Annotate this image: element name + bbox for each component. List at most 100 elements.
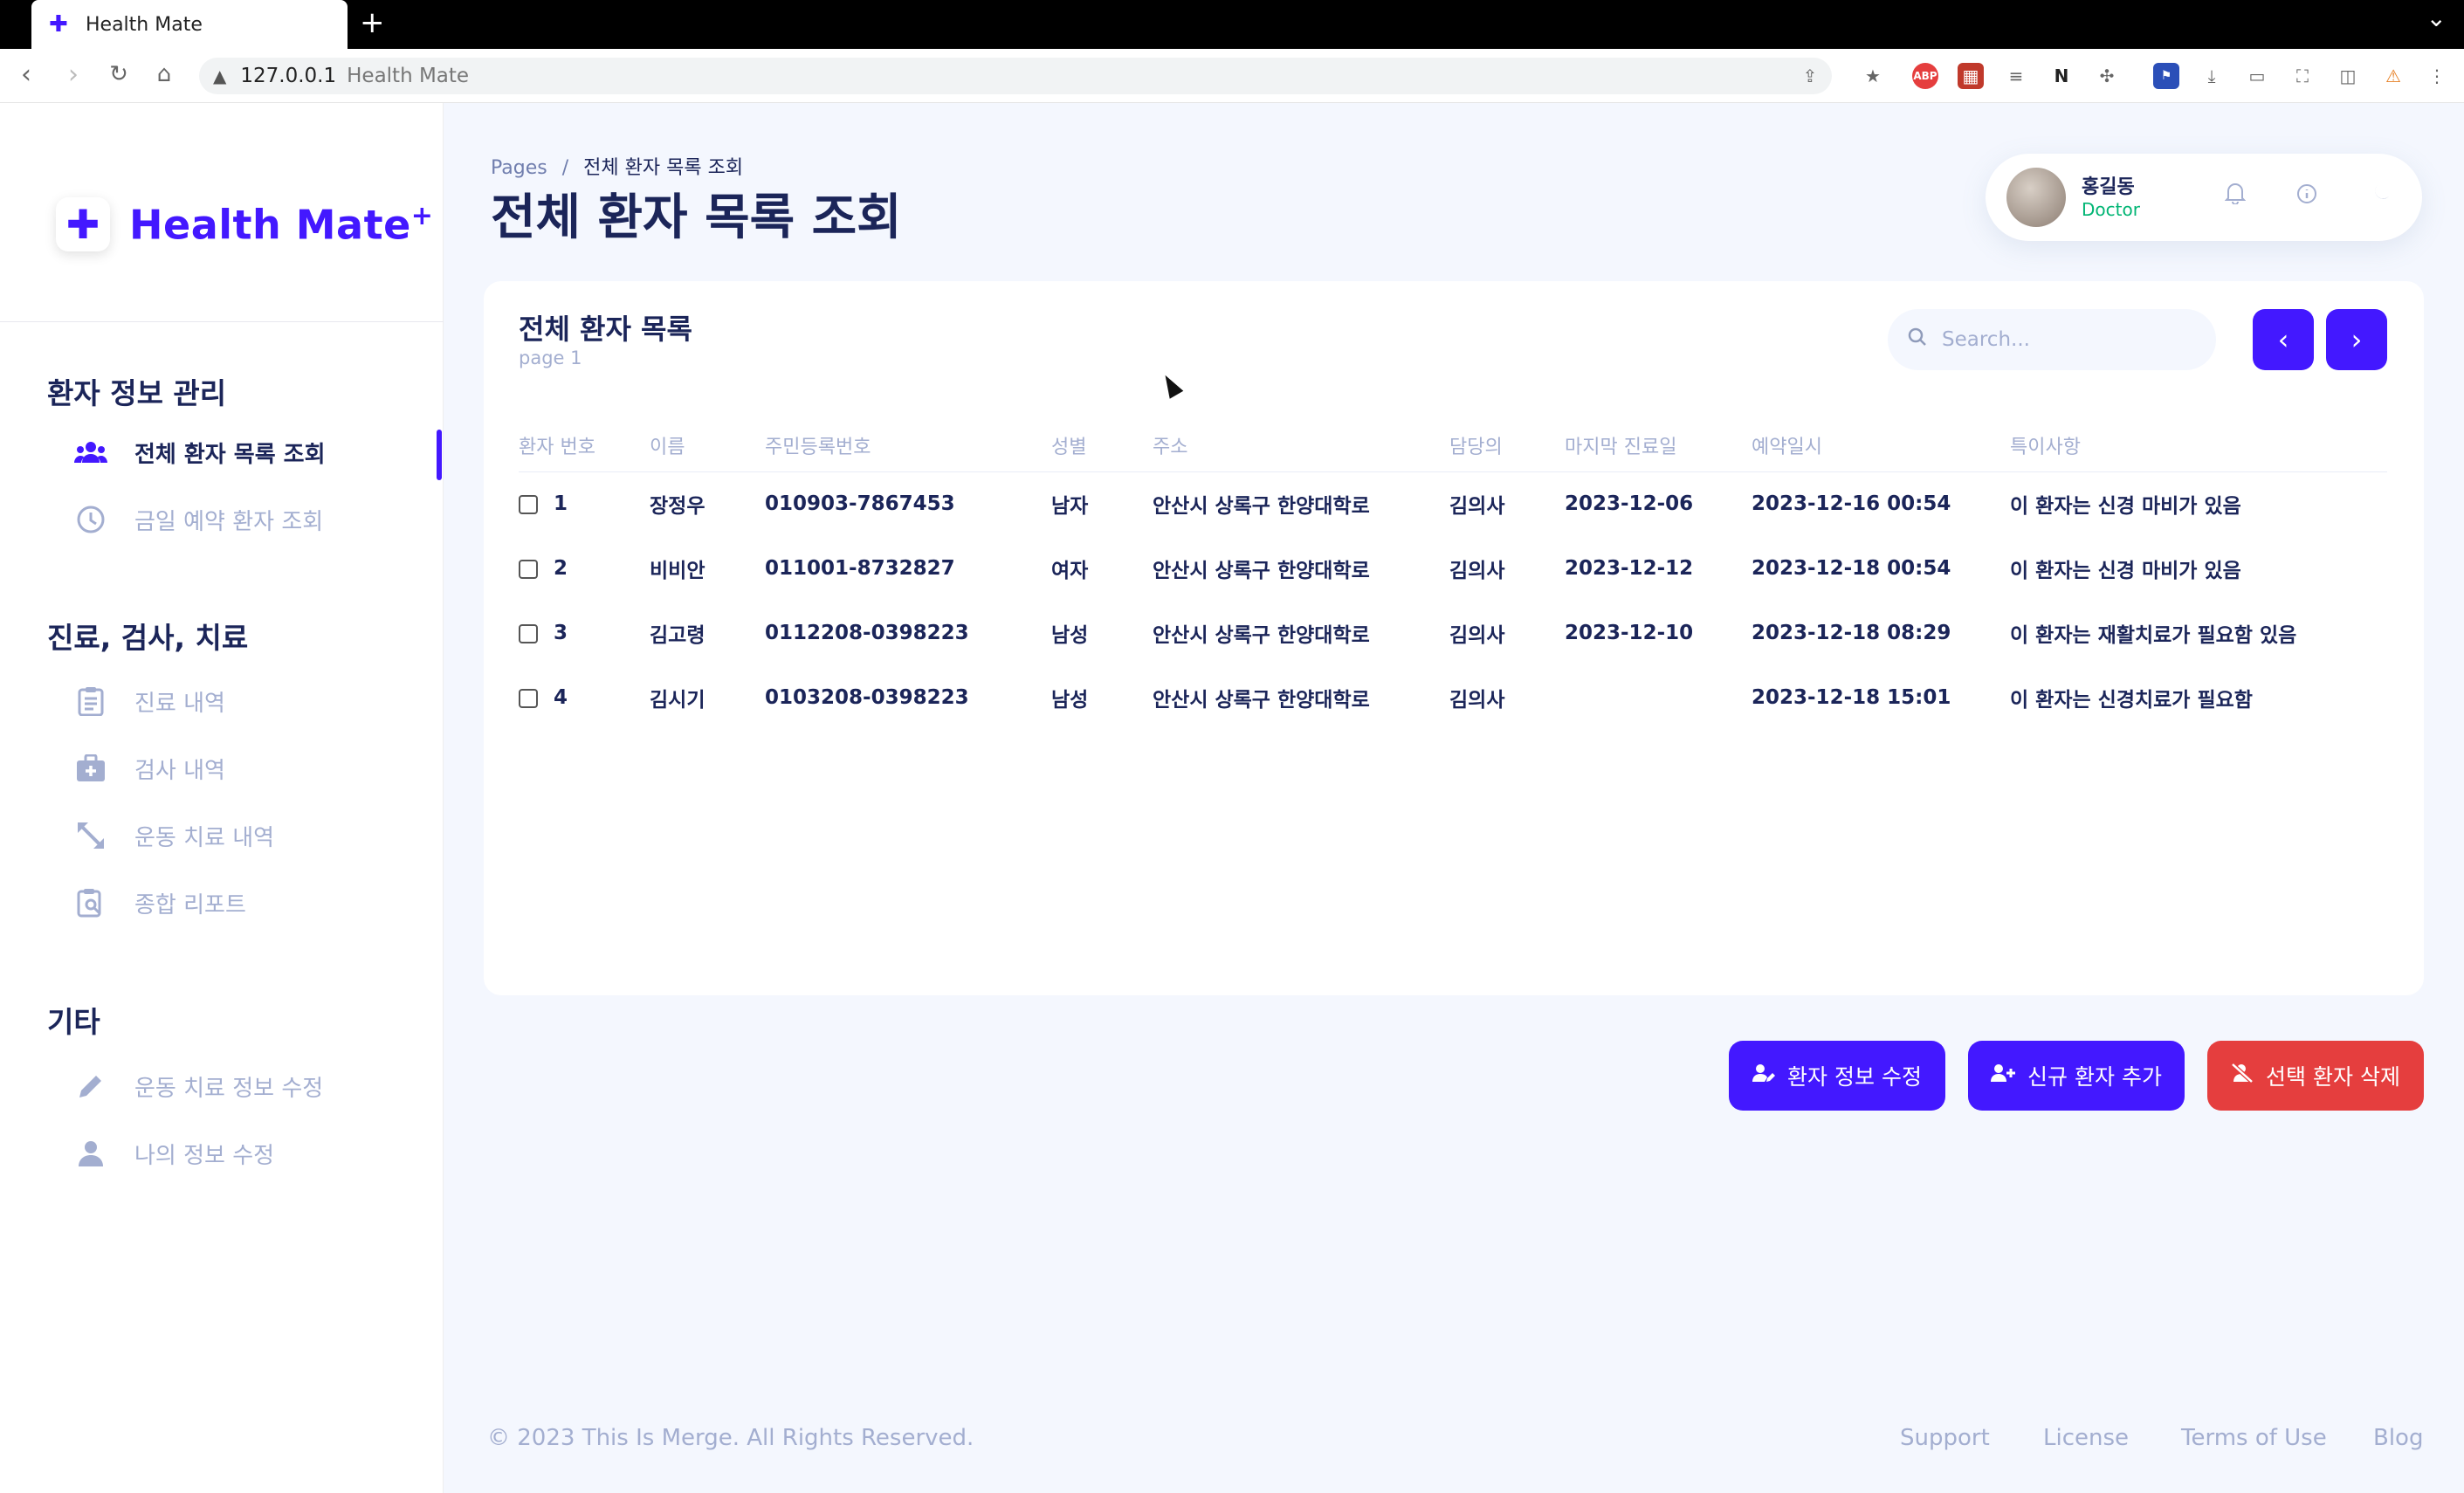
patient-note: 이 환자는 신경 마비가 있음 <box>2010 495 2241 519</box>
patient-number: 1 <box>554 492 568 516</box>
next-page-button[interactable]: › <box>2326 309 2387 370</box>
more-vertical-icon[interactable]: ⋮ <box>2424 63 2450 89</box>
patient-last-visit: 2023-12-06 <box>1565 492 1694 516</box>
edit-patient-button[interactable]: 환자 정보 수정 <box>1729 1041 1945 1111</box>
user-slash-icon <box>2231 1062 2254 1090</box>
url-host: 127.0.0.1 <box>240 65 337 87</box>
patient-doctor: 김의사 <box>1449 495 1505 519</box>
breadcrumb-root[interactable]: Pages <box>491 157 547 179</box>
screenshot-icon[interactable]: ⛶ <box>2289 63 2316 89</box>
column-header[interactable]: 환자 번호 <box>519 419 650 472</box>
sidebar-item-edit-profile[interactable]: 나의 정보 수정 <box>73 1136 274 1171</box>
table-row[interactable]: 3 김고령 0112208-0398223 남성 안산시 상록구 한양대학로 김… <box>519 601 2387 665</box>
window-icon[interactable]: ▭ <box>2244 63 2270 89</box>
share-icon[interactable]: ⇪ <box>1797 63 1823 89</box>
patient-sex: 여자 <box>1051 560 1089 582</box>
alert-icon[interactable]: ⚠ <box>2380 63 2406 89</box>
column-header[interactable]: 이름 <box>650 419 765 472</box>
active-indicator <box>437 430 442 480</box>
footer-link-blog[interactable]: Blog <box>2373 1425 2423 1451</box>
table-row[interactable]: 1 장정우 010903-7867453 남자 안산시 상록구 한양대학로 김의… <box>519 471 2387 536</box>
new-tab-icon[interactable]: + <box>360 5 385 40</box>
sidebar-item-exercise-history[interactable]: 운동 치료 내역 <box>73 818 274 853</box>
patient-name: 장정우 <box>650 495 705 519</box>
patient-address: 안산시 상록구 한양대학로 <box>1153 689 1370 712</box>
column-header[interactable]: 담당의 <box>1449 419 1565 472</box>
patient-note: 이 환자는 재활치료가 필요함 있음 <box>2010 624 2297 647</box>
patient-doctor: 김의사 <box>1449 560 1505 582</box>
search-input[interactable] <box>1942 328 2204 351</box>
column-header[interactable]: 특이사항 <box>2010 419 2387 472</box>
table-row[interactable]: 4 김시기 0103208-0398223 남성 안산시 상록구 한양대학로 김… <box>519 665 2387 730</box>
patient-sex: 남성 <box>1051 689 1089 712</box>
column-header[interactable]: 성별 <box>1051 419 1153 472</box>
table-row[interactable]: 2 비비안 011001-8732827 여자 안산시 상록구 한양대학로 김의… <box>519 536 2387 601</box>
bookmark-star-icon[interactable]: ★ <box>1860 63 1886 89</box>
column-header[interactable]: 예약일시 <box>1752 419 2010 472</box>
puzzle-icon[interactable]: ✣ <box>2094 63 2120 89</box>
row-checkbox[interactable] <box>519 494 538 514</box>
row-checkbox[interactable] <box>519 623 538 643</box>
sidebar-item-label: 전체 환자 목록 조회 <box>134 441 326 468</box>
delete-patient-button[interactable]: 선택 환자 삭제 <box>2207 1041 2424 1111</box>
person-icon <box>73 1136 108 1171</box>
translate-icon[interactable]: ⚑ <box>2153 63 2179 89</box>
sidebar-item-all-patients[interactable]: 전체 환자 목록 조회 <box>73 435 326 470</box>
clipboard-icon <box>73 684 108 719</box>
info-icon[interactable] <box>2291 182 2323 213</box>
patient-name: 김시기 <box>650 689 705 712</box>
extension-red-icon[interactable]: ▦ <box>1958 63 1984 89</box>
url-field[interactable]: ▲ 127.0.0.1 Health Mate <box>199 58 1832 94</box>
column-header[interactable]: 주소 <box>1153 419 1449 472</box>
patient-rrn: 0103208-0398223 <box>765 686 969 709</box>
footer-link-support[interactable]: Support <box>1900 1425 1990 1451</box>
logo[interactable]: ✚ Health Mate+ <box>56 197 433 251</box>
tab-menu-chevron-icon[interactable]: ⌄ <box>2426 3 2447 32</box>
prev-page-button[interactable]: ‹ <box>2253 309 2314 370</box>
sidebar-item-edit-exercise[interactable]: 운동 치료 정보 수정 <box>73 1069 323 1104</box>
sidebar: ✚ Health Mate+ 환자 정보 관리 전체 환자 목록 조회 금일 예… <box>0 103 444 1493</box>
row-checkbox[interactable] <box>519 688 538 708</box>
row-checkbox[interactable] <box>519 559 538 579</box>
sidebar-item-test-history[interactable]: 검사 내역 <box>73 751 225 786</box>
moon-icon[interactable] <box>2364 182 2396 213</box>
adblock-icon[interactable]: ABP <box>1912 63 1938 89</box>
sidebar-item-report[interactable]: 종합 리포트 <box>73 885 246 920</box>
add-patient-button[interactable]: 신규 환자 추가 <box>1968 1041 2185 1111</box>
sidebar-item-label: 금일 예약 환자 조회 <box>134 508 324 535</box>
notion-icon[interactable]: N <box>2048 63 2075 89</box>
patient-note: 이 환자는 신경치료가 필요함 <box>2010 689 2253 712</box>
tab-title: Health Mate <box>86 13 203 36</box>
edit-patient-label: 환자 정보 수정 <box>1787 1064 1922 1090</box>
patient-table: 환자 번호 이름 주민등록번호 성별 주소 담당의 마지막 진료일 예약일시 특… <box>519 419 2387 730</box>
patient-rrn: 011001-8732827 <box>765 557 955 580</box>
patient-reservation: 2023-12-16 00:54 <box>1752 492 1951 516</box>
home-icon[interactable]: ⌂ <box>148 61 180 87</box>
patient-reservation: 2023-12-18 08:29 <box>1752 622 1951 644</box>
download-icon[interactable]: ⤓ <box>2199 63 2225 89</box>
back-icon[interactable]: ‹ <box>10 59 42 90</box>
footer-link-license[interactable]: License <box>2043 1425 2129 1451</box>
stack-icon[interactable]: ≡ <box>2003 63 2029 89</box>
sidebar-toggle-icon[interactable]: ◫ <box>2335 63 2361 89</box>
logo-cross-icon: ✚ <box>56 197 110 251</box>
sidebar-item-visit-history[interactable]: 진료 내역 <box>73 684 225 719</box>
patient-reservation: 2023-12-18 15:01 <box>1752 686 1951 709</box>
browser-tab[interactable]: ✚ Health Mate <box>31 0 348 49</box>
sidebar-item-label: 나의 정보 수정 <box>134 1142 275 1169</box>
footer-link-terms[interactable]: Terms of Use <box>2181 1425 2327 1451</box>
profile-card: 홍길동 Doctor <box>1986 154 2422 241</box>
column-header[interactable]: 마지막 진료일 <box>1565 419 1752 472</box>
patient-name: 김고령 <box>650 624 705 647</box>
card-page-indicator: page 1 <box>519 347 582 368</box>
sidebar-item-today-reservations[interactable]: 금일 예약 환자 조회 <box>73 502 323 537</box>
bell-icon[interactable] <box>2220 182 2251 213</box>
avatar[interactable] <box>2006 168 2066 227</box>
logo-plus: + <box>410 200 434 231</box>
reload-icon[interactable]: ↻ <box>103 61 134 87</box>
column-header[interactable]: 주민등록번호 <box>765 419 1051 472</box>
patient-number: 4 <box>554 686 568 709</box>
forward-icon[interactable]: › <box>58 59 89 90</box>
url-page-title: Health Mate <box>347 65 470 87</box>
patient-address: 안산시 상록구 한양대학로 <box>1153 624 1370 647</box>
